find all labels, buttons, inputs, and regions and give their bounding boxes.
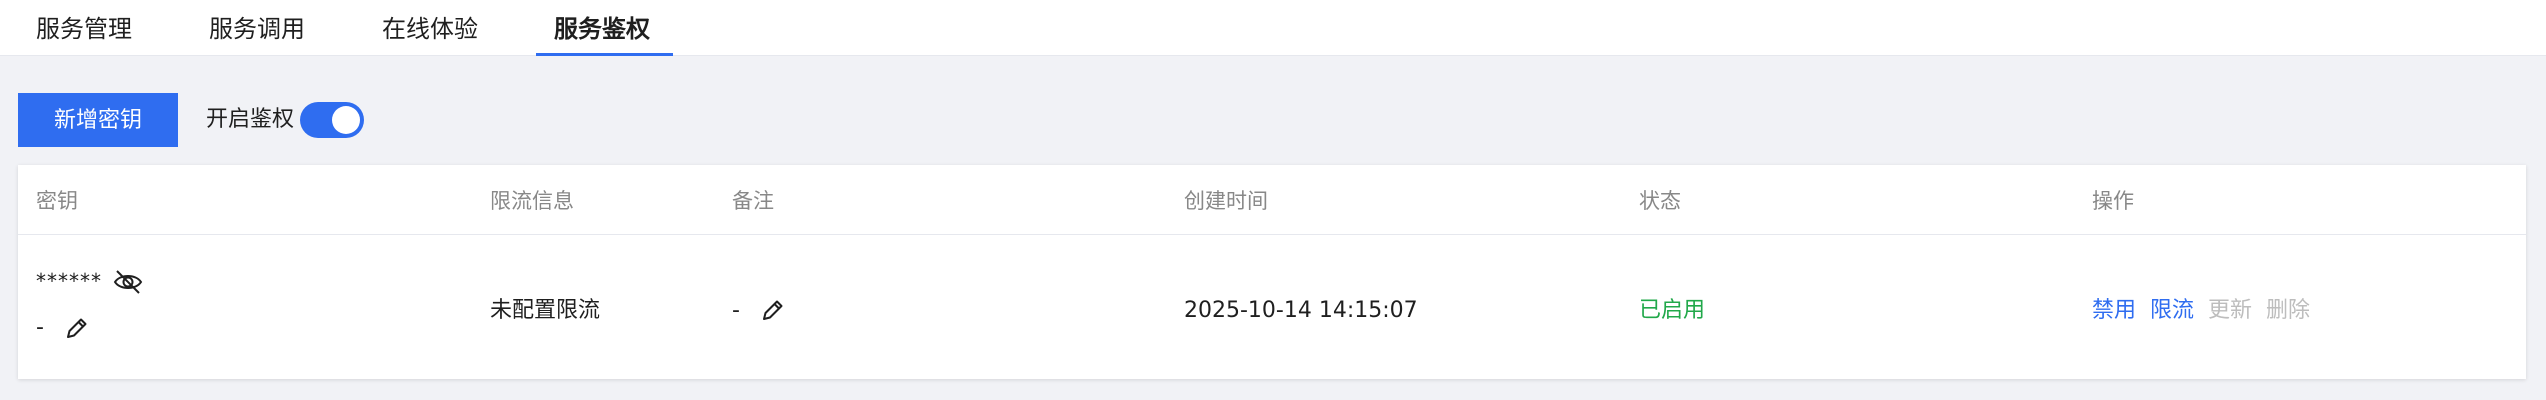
disable-action[interactable]: 禁用 [2092, 296, 2136, 326]
column-header-created-at: 创建时间 [1184, 189, 1268, 213]
key-note: - [36, 315, 44, 340]
edit-remark-icon[interactable] [760, 297, 786, 323]
column-header-key: 密钥 [36, 189, 78, 213]
add-key-button[interactable]: 新增密钥 [18, 93, 178, 147]
rate-limit-info: 未配置限流 [490, 298, 601, 323]
update-action[interactable]: 更新 [2208, 296, 2252, 326]
column-header-rate-limit: 限流信息 [490, 189, 574, 213]
masked-key: ****** [36, 269, 102, 293]
tab-online-experience[interactable]: 在线体验 [382, 0, 478, 56]
table-header: 密钥 限流信息 备注 创建时间 状态 操作 [18, 165, 2526, 235]
column-header-remark: 备注 [732, 189, 774, 213]
active-tab-indicator [536, 53, 673, 56]
remark-value: - [732, 298, 740, 323]
tab-service-invocation[interactable]: 服务调用 [209, 0, 305, 56]
rate-limit-action[interactable]: 限流 [2150, 296, 2194, 326]
toggle-knob [332, 106, 360, 134]
column-header-actions: 操作 [2092, 189, 2134, 213]
delete-action[interactable]: 删除 [2266, 296, 2310, 326]
auth-toggle[interactable] [300, 102, 364, 138]
tab-service-management[interactable]: 服务管理 [36, 0, 132, 56]
tab-bar: 服务管理 服务调用 在线体验 服务鉴权 [0, 0, 2546, 56]
column-header-status: 状态 [1639, 189, 1681, 213]
eye-off-icon[interactable] [112, 267, 144, 297]
keys-table: 密钥 限流信息 备注 创建时间 状态 操作 ****** - 未配置限流 - 2… [18, 165, 2526, 379]
auth-switch-label: 开启鉴权 [206, 107, 295, 132]
status-badge: 已启用 [1639, 298, 1706, 323]
tab-service-auth[interactable]: 服务鉴权 [554, 0, 650, 56]
edit-key-note-icon[interactable] [64, 315, 90, 341]
created-time: 2025-10-14 14:15:07 [1184, 298, 1418, 323]
